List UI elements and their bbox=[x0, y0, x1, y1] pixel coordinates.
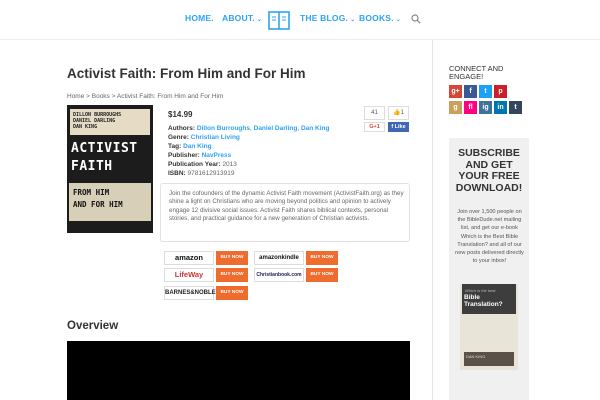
barnes-and-noble-logo[interactable]: BARNES&NOBLE bbox=[164, 286, 216, 300]
publisher-link[interactable]: NavPress bbox=[202, 152, 232, 159]
book-cover-image: DILLON BURROUGHS DANIEL DARLING DAN KING… bbox=[67, 105, 153, 233]
author-link[interactable]: Dan King bbox=[301, 125, 330, 132]
like-count: 1 bbox=[400, 110, 404, 116]
connect-heading: CONNECT AND ENGAGE! bbox=[449, 64, 504, 81]
book-price: $14.99 bbox=[168, 110, 193, 119]
nav-home[interactable]: HOME. bbox=[185, 13, 214, 23]
authors-label: Authors: bbox=[168, 125, 196, 132]
nav-blog[interactable]: THE BLOG. ⌄ bbox=[300, 13, 355, 23]
book-genre: Genre: Christian Living bbox=[168, 134, 240, 141]
chevron-down-icon: ⌄ bbox=[256, 17, 263, 23]
tag-label: Tag: bbox=[168, 143, 182, 150]
book-authors: Authors: Dillon Burroughs, Daniel Darlin… bbox=[168, 125, 330, 132]
thumbs-up-icon: 👍 bbox=[393, 110, 401, 116]
top-navigation-bar: HOME. ABOUT. ⌄ THE BLOG. ⌄ BOOKS. ⌄ bbox=[0, 0, 600, 40]
buy-now-button[interactable]: BUY NOW bbox=[216, 268, 248, 282]
cover-title-line-2: FAITH bbox=[71, 159, 113, 174]
author-link[interactable]: Daniel Darling bbox=[254, 125, 298, 132]
linkedin-icon[interactable]: in bbox=[494, 101, 507, 114]
google-plus-button[interactable]: G+1 bbox=[364, 122, 385, 132]
buy-now-button[interactable]: BUY NOW bbox=[306, 268, 338, 282]
facebook-icon[interactable]: f bbox=[464, 85, 477, 98]
overview-heading: Overview bbox=[67, 320, 119, 332]
book-isbn: ISBN: 9781612913919 bbox=[168, 170, 235, 177]
page-title: Activist Faith: From Him and For Him bbox=[67, 66, 306, 81]
author-link[interactable]: Dillon Burroughs bbox=[197, 125, 250, 132]
year-label: Publication Year: bbox=[168, 161, 221, 168]
book-description: Join the cofounders of the dynamic Activ… bbox=[169, 190, 404, 223]
description-box: Join the cofounders of the dynamic Activ… bbox=[160, 183, 410, 242]
chevron-down-icon: ⌄ bbox=[395, 17, 401, 23]
chevron-down-icon: ⌄ bbox=[350, 17, 356, 23]
sidebar-divider bbox=[432, 40, 433, 400]
publisher-label: Publisher: bbox=[168, 152, 200, 159]
twitter-icon[interactable]: t bbox=[479, 85, 492, 98]
video-player[interactable] bbox=[67, 341, 410, 400]
book-publisher: Publisher: NavPress bbox=[168, 152, 231, 159]
ebook-cover-title: Bible Translation? bbox=[464, 294, 503, 308]
breadcrumb[interactable]: Home > Books > Activist Faith: From Him … bbox=[67, 93, 223, 100]
buy-now-button[interactable]: BUY NOW bbox=[306, 251, 338, 265]
book-tag: Tag: Dan King bbox=[168, 143, 212, 150]
amazon-kindle-logo[interactable]: amazonkindle bbox=[254, 251, 304, 265]
tag-link[interactable]: Dan King bbox=[183, 143, 212, 150]
like-count-button[interactable]: 👍1 bbox=[388, 106, 409, 120]
book-logo-icon[interactable] bbox=[268, 9, 290, 31]
ebook-cover-author: DAN KING bbox=[466, 354, 486, 359]
book-publication-year: Publication Year: 2013 bbox=[168, 161, 237, 168]
cover-authors: DILLON BURROUGHS DANIEL DARLING DAN KING bbox=[73, 112, 121, 130]
flickr-icon[interactable]: fl bbox=[464, 101, 477, 114]
nav-blog-label[interactable]: THE BLOG. bbox=[300, 13, 348, 23]
tumblr-icon[interactable]: t bbox=[509, 101, 522, 114]
instagram-icon[interactable]: ig bbox=[479, 101, 492, 114]
ebook-cover-image[interactable]: Which is the best Bible Translation? DAN… bbox=[460, 284, 518, 370]
christianbook-logo[interactable]: Christianbook.com bbox=[254, 268, 304, 282]
nav-books[interactable]: BOOKS. ⌄ bbox=[359, 13, 401, 23]
cover-title-line-1: ACTIVIST bbox=[71, 141, 138, 156]
genre-link[interactable]: Christian Living bbox=[191, 134, 240, 141]
goodreads-icon[interactable]: g bbox=[449, 101, 462, 114]
cover-subtitle: FROM HIM AND FOR HIM bbox=[73, 187, 123, 211]
subscribe-body: Join over 1,500 people on the BibleDude.… bbox=[455, 209, 524, 265]
subscribe-title: SUBSCRIBE AND GET YOUR FREE DOWNLOAD! bbox=[455, 147, 523, 194]
search-icon[interactable] bbox=[411, 14, 421, 24]
ebook-cover-kicker: Which is the best bbox=[465, 288, 496, 293]
cover-subtitle-line-2: AND FOR HIM bbox=[73, 200, 123, 209]
google-plus-icon[interactable]: g+ bbox=[449, 85, 462, 98]
isbn-label: ISBN: bbox=[168, 170, 186, 177]
share-count: 41 bbox=[364, 106, 385, 120]
nav-books-label[interactable]: BOOKS. bbox=[359, 13, 394, 23]
buy-now-button[interactable]: BUY NOW bbox=[216, 286, 248, 300]
nav-about-label[interactable]: ABOUT. bbox=[222, 13, 255, 23]
cover-subtitle-line-1: FROM HIM bbox=[73, 188, 110, 197]
genre-label: Genre: bbox=[168, 134, 189, 141]
subscribe-widget: SUBSCRIBE AND GET YOUR FREE DOWNLOAD! Jo… bbox=[449, 138, 529, 400]
pinterest-icon[interactable]: p bbox=[494, 85, 507, 98]
cover-author-3: DAN KING bbox=[73, 124, 98, 130]
lifeway-logo[interactable]: LifeWay bbox=[164, 268, 214, 282]
year-value: 2013 bbox=[222, 161, 237, 168]
buy-now-button[interactable]: BUY NOW bbox=[216, 251, 248, 265]
nav-home-label[interactable]: HOME. bbox=[185, 13, 214, 23]
isbn-value: 9781612913919 bbox=[187, 170, 235, 177]
amazon-logo[interactable]: amazon bbox=[164, 251, 214, 265]
nav-about[interactable]: ABOUT. ⌄ bbox=[222, 13, 262, 23]
facebook-like-button[interactable]: f Like bbox=[388, 122, 409, 132]
